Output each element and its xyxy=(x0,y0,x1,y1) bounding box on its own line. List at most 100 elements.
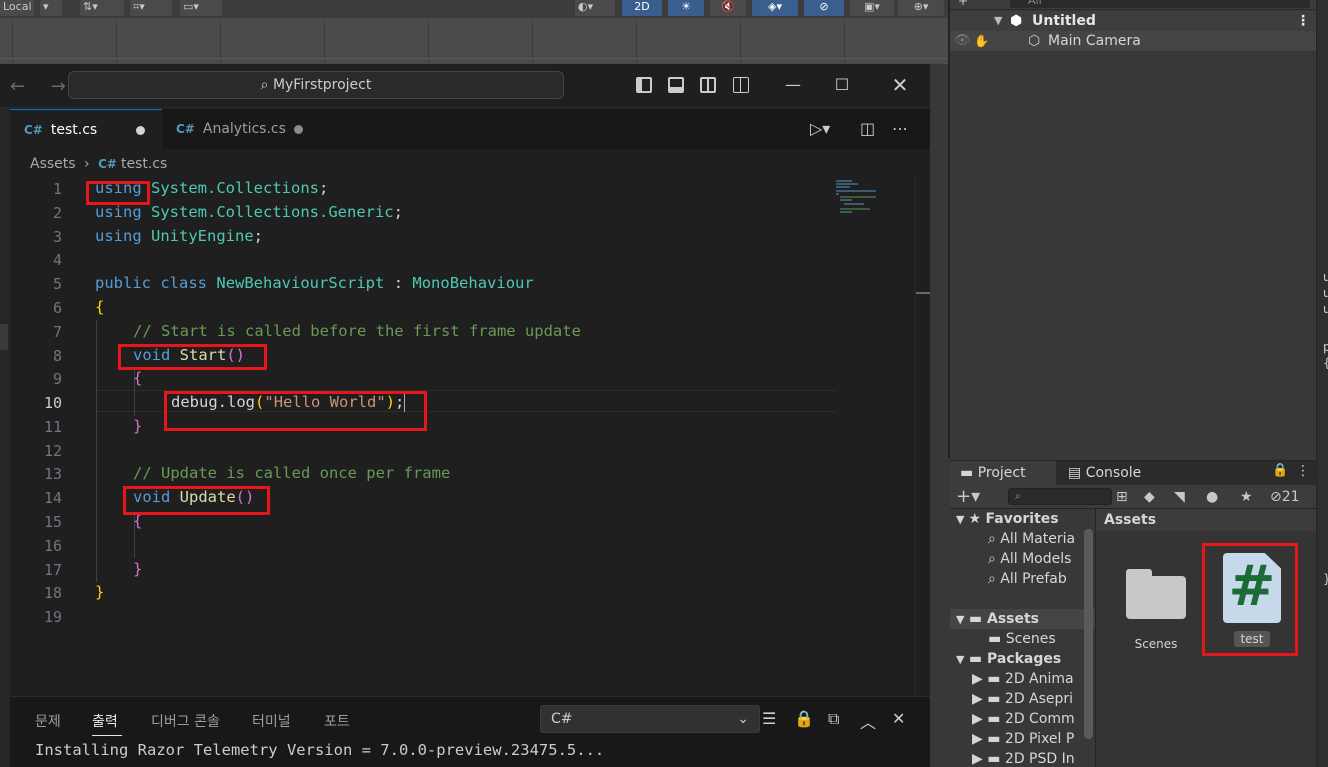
add-object-icon[interactable]: + xyxy=(958,0,968,8)
warning-icon[interactable]: ● xyxy=(1206,488,1218,506)
star-icon[interactable]: ★ xyxy=(1240,488,1253,506)
tab-test-cs[interactable]: C# test.cs xyxy=(10,109,162,149)
tree-packages[interactable]: ▼ ▬ Packages xyxy=(950,649,1095,669)
toggle-secondary-sidebar-icon[interactable] xyxy=(700,77,716,93)
project-search-input[interactable]: ⌕ xyxy=(1008,488,1112,505)
expand-arrow-icon[interactable]: ▼ xyxy=(950,610,964,629)
pivot-mode-dropdown[interactable]: Local xyxy=(0,0,34,16)
create-plus-icon[interactable]: +▾ xyxy=(956,488,980,506)
breadcrumb: Assets › C# test.cs xyxy=(30,156,167,172)
ruler-icon[interactable]: ▭▾ xyxy=(180,0,222,16)
close-panel-icon[interactable]: ✕ xyxy=(892,709,905,728)
toggle-panel-icon[interactable] xyxy=(668,77,684,93)
expand-arrow-icon[interactable]: ▼ xyxy=(950,650,964,669)
editor-scrollbar[interactable] xyxy=(915,176,930,696)
lock-icon[interactable]: 🔒 xyxy=(1272,463,1288,478)
panel-tab-terminal[interactable]: 터미널 xyxy=(252,711,291,731)
panel-tab-ports[interactable]: 포트 xyxy=(324,711,350,731)
toggle-primary-sidebar-icon[interactable] xyxy=(636,77,652,93)
line-number: 1 xyxy=(52,180,62,198)
pickable-hand-icon[interactable]: ✋ xyxy=(974,31,989,51)
hierarchy-search-input[interactable]: All xyxy=(1010,0,1310,8)
tag-icon[interactable]: ◥ xyxy=(1174,488,1185,506)
audio-mute-icon[interactable]: 🔇 xyxy=(710,0,746,16)
customize-layout-icon[interactable] xyxy=(733,77,749,93)
tab-project[interactable]: ▬ Project xyxy=(950,461,1056,485)
tree-item[interactable]: ▶ ▬ 2D Comm xyxy=(950,709,1095,729)
tree-item[interactable]: ⌕ All Models xyxy=(950,549,1095,569)
panel-tab-output[interactable]: 출력 xyxy=(92,711,118,731)
pivot-chevron-icon[interactable]: ▾ xyxy=(40,0,62,16)
run-debug-icon[interactable]: ▷▾ xyxy=(810,119,830,138)
draw-mode-icon[interactable]: ◐▾ xyxy=(575,0,615,16)
tree-item[interactable]: ▶ ▬ 2D Anima xyxy=(950,669,1095,689)
hierarchy-scene-row[interactable]: ▼ ⬢ Untitled ⋮ xyxy=(950,11,1316,31)
tree-item[interactable]: ⌕ All Materia xyxy=(950,529,1095,549)
split-editor-icon[interactable]: ◫ xyxy=(860,119,875,138)
search-by-label-icon[interactable]: ◆ xyxy=(1144,488,1155,506)
search-by-type-icon[interactable]: ⊞ xyxy=(1116,488,1128,506)
command-center-search[interactable]: ⌕ MyFirstproject xyxy=(68,71,564,99)
output-channel-select[interactable]: C# ⌄ xyxy=(540,705,760,733)
close-icon[interactable]: ✕ xyxy=(889,74,911,96)
collapsed-arrow-icon[interactable]: ▶ ▬ xyxy=(972,751,1005,767)
collapsed-arrow-icon[interactable]: ▶ ▬ xyxy=(972,671,1005,687)
visibility-eye-icon[interactable]: 👁 xyxy=(954,31,971,51)
inspector-char: u xyxy=(1323,286,1328,300)
tab-console[interactable]: ▤ Console xyxy=(1058,461,1158,485)
minimap[interactable] xyxy=(832,178,892,218)
gameobject-cube-icon: ⬡ xyxy=(1028,33,1041,49)
tree-favorites[interactable]: ▼ ★ Favorites xyxy=(950,509,1095,529)
folder-icon: ▬ xyxy=(968,611,983,627)
collapsed-arrow-icon[interactable]: ▶ ▬ xyxy=(972,731,1005,747)
gizmos-icon[interactable]: ⊕▾ xyxy=(898,0,944,16)
unsaved-dot-icon[interactable] xyxy=(294,125,303,134)
csharp-file-icon: C# xyxy=(98,157,117,171)
expand-arrow-icon[interactable]: ▼ xyxy=(994,11,1002,31)
breadcrumb-folder[interactable]: Assets xyxy=(30,156,76,172)
base-class: MonoBehaviour xyxy=(412,274,534,292)
lock-scroll-icon[interactable]: 🔒 xyxy=(794,709,814,728)
grid-snap-icon[interactable]: ⇅▾ xyxy=(80,0,124,16)
tree-item[interactable]: ⌕ All Prefab xyxy=(950,569,1095,589)
clear-output-icon[interactable]: ☰ xyxy=(762,709,776,728)
code-editor[interactable]: 1 2 3 4 5 6 7 8 9 10 11 12 13 14 15 16 1… xyxy=(10,176,930,696)
breadcrumb-file[interactable]: test.cs xyxy=(121,156,167,172)
asset-scenes-folder[interactable]: Scenes xyxy=(1118,569,1194,651)
vscode-window: ← → ⌕ MyFirstproject — ☐ ✕ C# test.cs C# A… xyxy=(0,64,930,767)
toggle-2d-button[interactable]: 2D xyxy=(622,0,662,16)
tab-analytics-cs[interactable]: C# Analytics.cs xyxy=(162,109,312,149)
nav-arrows-icon[interactable]: ← → xyxy=(10,76,76,97)
panel-tab-debug-console[interactable]: 디버그 콘솔 xyxy=(151,711,220,731)
tree-item[interactable]: ▶ ▬ 2D PSD In xyxy=(950,749,1095,767)
panel-menu-icon[interactable]: ⋮ xyxy=(1296,463,1310,479)
bottom-panel: 문제 출력 디버그 콘솔 터미널 포트 C# ⌄ ☰ 🔒 ⧉ ︿ ✕ Instal… xyxy=(10,696,930,767)
camera-icon[interactable]: ▣▾ xyxy=(850,0,894,16)
tree-item[interactable]: ▬ Scenes xyxy=(950,629,1095,649)
tree-item[interactable]: ▶ ▬ 2D Asepri xyxy=(950,689,1095,709)
line-number: 12 xyxy=(43,442,62,460)
tree-scrollbar[interactable] xyxy=(1084,529,1093,739)
collapsed-arrow-icon[interactable]: ▶ ▬ xyxy=(972,711,1005,727)
hierarchy-item-main-camera[interactable]: 👁 ✋ ⬡ Main Camera xyxy=(950,31,1316,51)
hidden-objects-icon[interactable]: ⊘ xyxy=(804,0,844,16)
collapsed-arrow-icon[interactable]: ▶ ▬ xyxy=(972,691,1005,707)
panel-tab-problems[interactable]: 문제 xyxy=(35,711,61,731)
maximize-panel-icon[interactable]: ︿ xyxy=(860,709,876,733)
code-line-7-comment: // Start is called before the first fram… xyxy=(133,322,581,340)
snap-increment-icon[interactable]: ⌗▾ xyxy=(130,0,172,16)
lighting-icon[interactable]: ☀ xyxy=(668,0,704,16)
tree-item[interactable]: ▶ ▬ 2D Pixel P xyxy=(950,729,1095,749)
expand-arrow-icon[interactable]: ▼ xyxy=(950,510,964,529)
effects-icon[interactable]: ◈▾ xyxy=(752,0,798,16)
more-actions-icon[interactable]: ⋯ xyxy=(892,119,908,138)
scene-menu-icon[interactable]: ⋮ xyxy=(1296,11,1310,31)
tree-assets[interactable]: ▼ ▬ Assets xyxy=(950,609,1095,629)
minimize-icon[interactable]: — xyxy=(782,74,804,96)
chevron-down-icon: ⌄ xyxy=(737,711,749,727)
hidden-packages-icon[interactable]: ⊘21 xyxy=(1270,488,1300,506)
open-output-editor-icon[interactable]: ⧉ xyxy=(828,709,839,729)
maximize-icon[interactable]: ☐ xyxy=(831,74,853,96)
line-number: 3 xyxy=(52,228,62,246)
unsaved-dot-icon[interactable] xyxy=(136,126,145,135)
